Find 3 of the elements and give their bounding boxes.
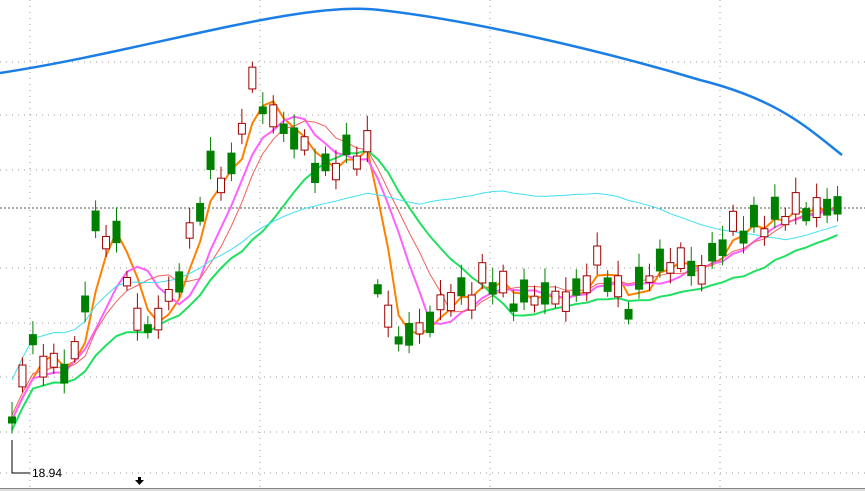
price-label: 18.94 — [32, 466, 62, 480]
down-arrow-icon — [135, 477, 144, 485]
leader-line — [12, 440, 30, 474]
